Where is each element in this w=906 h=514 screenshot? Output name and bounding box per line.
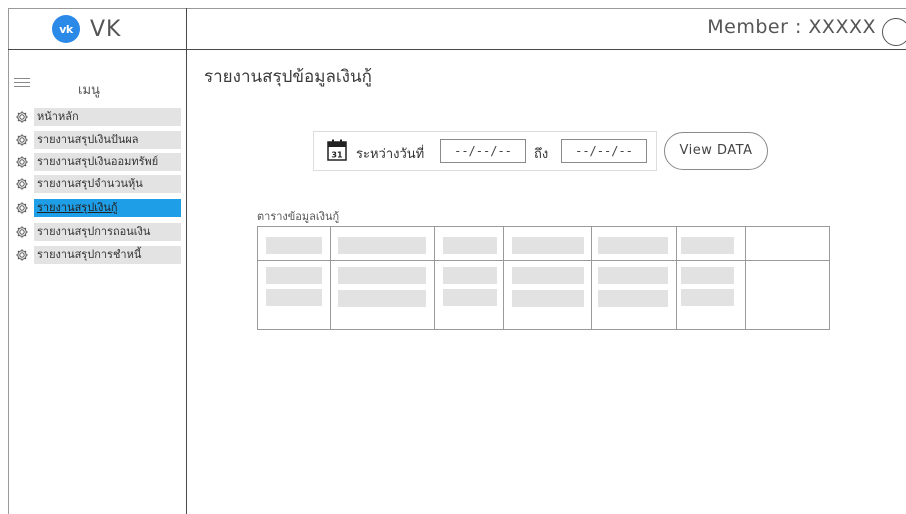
gear-icon bbox=[15, 110, 29, 124]
table-column-divider bbox=[330, 227, 331, 329]
table-column-divider bbox=[503, 227, 504, 329]
sidebar-item[interactable]: หน้าหลัก bbox=[15, 108, 181, 126]
table-header-placeholder bbox=[598, 237, 668, 254]
to-label: ถึง bbox=[534, 147, 549, 162]
gear-icon bbox=[15, 225, 29, 239]
sidebar-item-label: หน้าหลัก bbox=[34, 108, 181, 126]
gear-icon bbox=[15, 177, 29, 191]
calendar-icon[interactable]: 31 bbox=[327, 139, 347, 161]
sidebar-item[interactable]: รายงานสรุปเงินปันผล bbox=[15, 131, 181, 149]
table-header-placeholder bbox=[266, 237, 322, 254]
table-header-divider bbox=[258, 260, 829, 261]
sidebar-divider bbox=[186, 8, 187, 514]
table-caption: ตารางข้อมูลเงินกู้ bbox=[257, 210, 340, 223]
app-logo-text: VK bbox=[90, 16, 122, 42]
loan-data-table bbox=[257, 226, 830, 330]
header-divider bbox=[8, 49, 906, 50]
sidebar-item[interactable]: รายงานสรุปจำนวนหุ้น bbox=[15, 175, 181, 193]
table-cell-placeholder bbox=[338, 290, 426, 307]
from-date-input[interactable]: --/--/-- bbox=[440, 139, 526, 163]
table-cell-placeholder bbox=[598, 290, 668, 307]
table-cell-placeholder bbox=[338, 267, 426, 284]
sidebar-item-label: รายงานสรุปการถอนเงิน bbox=[34, 223, 181, 241]
table-cell-placeholder bbox=[681, 289, 734, 306]
table-cell-placeholder bbox=[598, 267, 668, 284]
table-column-divider bbox=[434, 227, 435, 329]
table-header-placeholder bbox=[681, 237, 734, 254]
table-column-divider bbox=[745, 227, 746, 329]
sidebar-item[interactable]: รายงานสรุปเงินกู้ bbox=[15, 199, 181, 217]
page-title: รายงานสรุปข้อมูลเงินกู้ bbox=[204, 67, 372, 87]
sidebar-item-label: รายงานสรุปเงินกู้ bbox=[34, 199, 181, 217]
sidebar-item-label: รายงานสรุปเงินออมทรัพย์ bbox=[34, 153, 181, 171]
sidebar-item[interactable]: รายงานสรุปการถอนเงิน bbox=[15, 223, 181, 241]
table-cell-placeholder bbox=[681, 267, 734, 284]
member-avatar[interactable] bbox=[882, 18, 906, 46]
table-cell-placeholder bbox=[266, 267, 322, 284]
table-cell-placeholder bbox=[443, 289, 497, 306]
member-label: Member : XXXXX bbox=[707, 16, 876, 38]
vk-logo-icon: vk bbox=[52, 15, 80, 43]
table-header-placeholder bbox=[338, 237, 426, 254]
table-column-divider bbox=[676, 227, 677, 329]
table-cell-placeholder bbox=[266, 289, 322, 306]
hamburger-menu-icon[interactable] bbox=[14, 78, 30, 90]
view-data-button[interactable]: View DATA bbox=[664, 132, 768, 170]
window-left-border bbox=[8, 8, 9, 514]
sidebar-item[interactable]: รายงานสรุปเงินออมทรัพย์ bbox=[15, 153, 181, 171]
gear-icon bbox=[15, 248, 29, 262]
app-logo[interactable]: vk VK bbox=[52, 14, 121, 44]
to-date-input[interactable]: --/--/-- bbox=[561, 139, 647, 163]
table-cell-placeholder bbox=[443, 267, 497, 284]
between-dates-label: ระหว่างวันที่ bbox=[356, 147, 425, 162]
sidebar-item[interactable]: รายงานสรุปการชำหนี้ bbox=[15, 246, 181, 264]
window-top-border bbox=[8, 8, 906, 9]
sidebar-item-label: รายงานสรุปการชำหนี้ bbox=[34, 246, 181, 264]
calendar-day-number: 31 bbox=[331, 151, 343, 160]
sidebar-item-label: รายงานสรุปจำนวนหุ้น bbox=[34, 175, 181, 193]
menu-label: เมนู bbox=[78, 83, 100, 98]
gear-icon bbox=[15, 133, 29, 147]
table-header-placeholder bbox=[443, 237, 497, 254]
table-column-divider bbox=[591, 227, 592, 329]
vk-logo-mark: vk bbox=[59, 22, 73, 36]
table-cell-placeholder bbox=[512, 290, 584, 307]
sidebar-item-label: รายงานสรุปเงินปันผล bbox=[34, 131, 181, 149]
gear-icon bbox=[15, 155, 29, 169]
gear-icon bbox=[15, 201, 29, 215]
menu-header: เมนู bbox=[14, 76, 184, 100]
table-cell-placeholder bbox=[512, 267, 584, 284]
table-header-placeholder bbox=[512, 237, 584, 254]
